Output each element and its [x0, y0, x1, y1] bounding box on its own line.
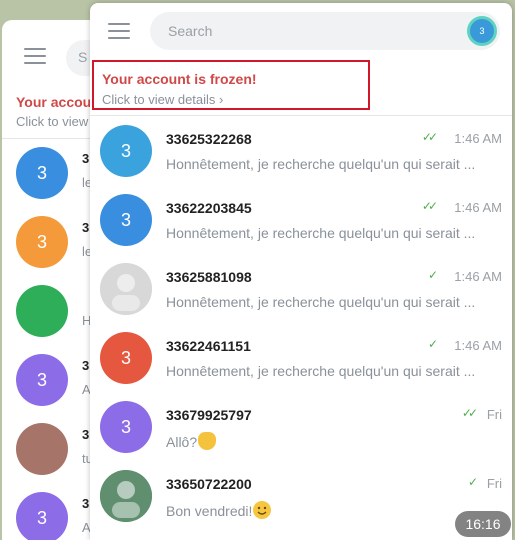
- chat-message-text: Honnêtement, je recherche quelqu'un qui …: [166, 156, 476, 172]
- chat-row[interactable]: 33650722200 Fri ✓ Bon vendredi!: [90, 461, 512, 530]
- back-avatar: 3: [16, 147, 68, 199]
- frozen-subtitle: Click to view details ›: [102, 92, 224, 107]
- back-menu-icon[interactable]: [24, 48, 46, 64]
- double-check-icon: ✓✓: [421, 130, 438, 144]
- avatar: [100, 263, 152, 315]
- wave-hand-icon: [198, 432, 217, 450]
- chat-row[interactable]: 3 33622203845 1:46 AM ✓✓ Honnêtement, je rec…: [90, 185, 512, 254]
- chat-message-text: Allô?: [166, 434, 198, 450]
- search-box[interactable]: 3: [150, 12, 500, 50]
- chat-name: 33625322268: [166, 131, 252, 147]
- double-check-icon: ✓✓: [461, 406, 478, 420]
- back-avatar: 3: [16, 216, 68, 268]
- back-avatar: 3: [16, 354, 68, 406]
- chat-message-text: Honnêtement, je recherche quelqu'un qui …: [166, 225, 476, 241]
- back-avatar: 3: [16, 492, 68, 540]
- chat-time: 1:46 AM: [454, 131, 502, 146]
- chat-row[interactable]: 3 33622461151 1:46 AM ✓ Honnêtement, je rech…: [90, 323, 512, 392]
- chat-name: 33622203845: [166, 200, 252, 216]
- chat-time: Fri: [486, 476, 502, 491]
- chat-name: 33679925797: [166, 407, 252, 423]
- chat-message: Honnêtement, je recherche quelqu'un qui …: [166, 225, 496, 241]
- top-bar: 3: [90, 3, 512, 59]
- single-check-icon: ✓: [427, 337, 438, 351]
- clock-badge: 16:16: [455, 511, 511, 537]
- smile-icon: [253, 501, 272, 519]
- chat-row[interactable]: 3 33679925797 Fri ✓✓ Allô?: [90, 392, 512, 461]
- search-input[interactable]: [168, 12, 448, 50]
- chat-message: Honnêtement, je recherche quelqu'un qui …: [166, 294, 496, 310]
- chat-message: Honnêtement, je recherche quelqu'un qui …: [166, 156, 496, 172]
- back-chat-name: 3: [82, 496, 90, 511]
- chat-time: 1:46 AM: [454, 338, 502, 353]
- chat-message-text: Bon vendredi!: [166, 503, 253, 519]
- avatar: 3: [100, 401, 152, 453]
- chat-message: Allô?: [166, 432, 496, 450]
- chat-name: 33625881098: [166, 269, 252, 285]
- status-badge-icon[interactable]: 3: [467, 16, 497, 46]
- chat-row[interactable]: 3 33625322268 1:46 AM ✓✓ Honnêtement, je rec…: [90, 116, 512, 185]
- chat-message: Bon vendredi!: [166, 501, 496, 519]
- chat-name: 33622461151: [166, 338, 251, 354]
- chat-message: Honnêtement, je recherche quelqu'un qui …: [166, 363, 496, 379]
- chat-list-window: 3 Your account is frozen! Click to view …: [90, 3, 512, 540]
- avatar: 3: [100, 125, 152, 177]
- chat-message-text: Honnêtement, je recherche quelqu'un qui …: [166, 363, 476, 379]
- avatar: 3: [100, 332, 152, 384]
- chat-time: 1:46 AM: [454, 200, 502, 215]
- menu-icon[interactable]: [108, 23, 130, 39]
- frozen-title: Your account is frozen!: [102, 71, 257, 87]
- back-chat-name: 3: [82, 151, 90, 166]
- single-check-icon: ✓: [467, 475, 478, 489]
- chat-time: 1:46 AM: [454, 269, 502, 284]
- chat-message-text: Honnêtement, je recherche quelqu'un qui …: [166, 294, 476, 310]
- back-avatar: [16, 423, 68, 475]
- double-check-icon: ✓✓: [421, 199, 438, 213]
- back-chat-name: 3: [82, 427, 90, 442]
- back-chat-name: 3: [82, 220, 90, 235]
- frozen-account-banner[interactable]: Your account is frozen! Click to view de…: [92, 60, 370, 110]
- chat-time: Fri: [486, 407, 502, 422]
- back-chat-name: 3: [82, 358, 90, 373]
- back-avatar: [16, 285, 68, 337]
- chat-row[interactable]: 33625881098 1:46 AM ✓ Honnêtement, je reche…: [90, 254, 512, 323]
- single-check-icon: ✓: [427, 268, 438, 282]
- chat-name: 33650722200: [166, 476, 252, 492]
- avatar: 3: [100, 194, 152, 246]
- avatar: [100, 470, 152, 522]
